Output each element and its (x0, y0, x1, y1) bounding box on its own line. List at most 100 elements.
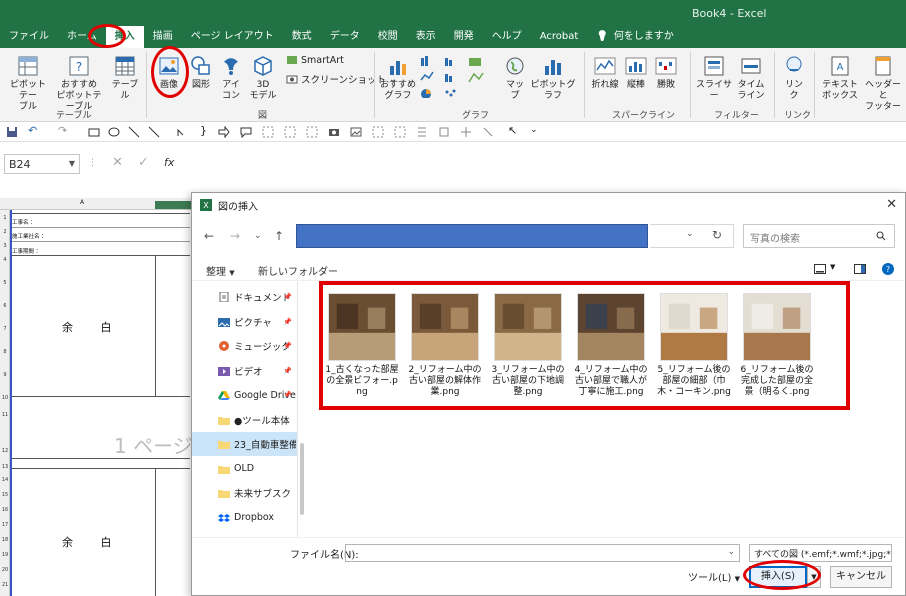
save-icon[interactable] (6, 126, 18, 138)
align-icon[interactable] (438, 126, 450, 138)
cancel-button[interactable]: キャンセル (830, 566, 892, 588)
organize-button[interactable]: 整理 ▼ (206, 263, 235, 278)
pin-icon[interactable]: 📌 (283, 293, 292, 301)
tab-6[interactable]: データ (321, 26, 369, 48)
tab-9[interactable]: 開発 (445, 26, 483, 48)
column-a-header[interactable]: A (80, 199, 84, 206)
forward-icon[interactable]: → (230, 229, 240, 243)
tab-8[interactable]: 表示 (407, 26, 445, 48)
up-icon[interactable]: ↑ (274, 229, 284, 243)
oval-shape-icon[interactable] (108, 126, 120, 138)
camera-icon[interactable] (328, 126, 340, 138)
tab-10[interactable]: ヘルプ (483, 26, 531, 48)
row-number[interactable]: 13 (0, 464, 10, 470)
tell-me-search[interactable]: 💡 何をしますか (587, 26, 682, 48)
group-icon[interactable] (306, 126, 318, 138)
icons-button[interactable]: アイ コン (218, 54, 244, 102)
textbox-button[interactable]: A テキスト ボックス (818, 54, 862, 102)
search-input[interactable]: 写真の検索 (743, 224, 895, 248)
recommended-charts-button[interactable]: おすすめ グラフ (378, 54, 418, 102)
row-number[interactable]: 17 (0, 522, 10, 528)
pointer-icon[interactable]: ↖ (508, 124, 520, 137)
recent-locations-icon[interactable]: ⌄ (254, 231, 262, 241)
row-number[interactable]: 15 (0, 492, 10, 498)
row-number[interactable]: 5 (0, 280, 10, 286)
row-number[interactable]: 10 (0, 395, 10, 401)
tab-11[interactable]: Acrobat (531, 26, 588, 48)
nav-item[interactable]: ●ツール本体 (192, 408, 297, 432)
3d-models-button[interactable]: 3D モデル (246, 54, 280, 102)
align-icon[interactable] (482, 126, 494, 138)
pin-icon[interactable]: 📌 (283, 391, 292, 399)
chart-types-grid[interactable] (418, 54, 496, 99)
shapes-button[interactable]: 図形 (188, 54, 214, 91)
pin-icon[interactable]: 📌 (283, 318, 292, 326)
tab-7[interactable]: 校閲 (369, 26, 407, 48)
nav-item[interactable]: ビデオ 📌 (192, 359, 297, 383)
tools-button[interactable]: ツール(L) ▼ (688, 569, 740, 584)
row-number[interactable]: 12 (0, 448, 10, 454)
line-shape-icon[interactable] (148, 126, 160, 138)
nav-item[interactable]: Dropbox (192, 506, 297, 530)
view-options-icon[interactable] (814, 264, 826, 274)
row-number[interactable]: 11 (0, 412, 10, 418)
name-box[interactable]: B24 ▼ (4, 154, 80, 174)
check-icon[interactable]: ✓ (138, 155, 149, 170)
row-number[interactable]: 8 (0, 349, 10, 355)
nav-item[interactable]: 23_自動車整備点 (192, 432, 297, 456)
refresh-icon[interactable]: ↻ (712, 228, 722, 242)
filename-input[interactable]: ⌄ (345, 544, 740, 562)
row-number[interactable]: 6 (0, 303, 10, 309)
nav-item[interactable]: Google Drive 📌 (192, 383, 297, 407)
chevron-down-icon[interactable]: ⌄ (686, 229, 694, 239)
tab-5[interactable]: 数式 (283, 26, 321, 48)
group-icon[interactable] (262, 126, 274, 138)
row-number[interactable]: 3 (0, 243, 10, 249)
line-shape-icon[interactable] (128, 126, 140, 138)
picture-icon[interactable] (350, 126, 362, 138)
align-icon[interactable] (416, 126, 428, 138)
new-folder-button[interactable]: 新しいフォルダー (258, 263, 338, 278)
nav-item[interactable]: ドキュメント 📌 (192, 285, 297, 309)
curve-shape-icon[interactable] (176, 126, 188, 138)
sparkline-line-button[interactable]: 折れ線 (590, 54, 620, 91)
fx-icon[interactable]: fx (164, 156, 174, 169)
sparkline-column-button[interactable]: 縦棒 (622, 54, 650, 91)
smartart-button[interactable]: SmartArt (286, 54, 344, 66)
pivot-chart-button[interactable]: ピボットグラフ (528, 54, 578, 102)
back-icon[interactable]: ← (204, 229, 214, 243)
row-number[interactable]: 1 (0, 215, 10, 221)
row-number[interactable]: 21 (0, 582, 10, 588)
table-button[interactable]: テーブル (108, 54, 142, 102)
row-number[interactable]: 4 (0, 257, 10, 263)
link-button[interactable]: リンク (780, 54, 808, 102)
row-number[interactable]: 14 (0, 477, 10, 483)
tab-0[interactable]: ファイル (0, 26, 58, 48)
map-button[interactable]: マップ (502, 54, 528, 102)
align-icon[interactable] (460, 126, 472, 138)
tab-3[interactable]: 描画 (144, 26, 182, 48)
callout-icon[interactable] (240, 126, 252, 138)
nav-scrollbar[interactable] (300, 443, 304, 515)
undo-icon[interactable]: ↶ (28, 124, 40, 137)
nav-item[interactable]: OLD (192, 457, 297, 481)
nav-item[interactable]: ミュージック 📌 (192, 334, 297, 358)
row-number[interactable]: 2 (0, 229, 10, 235)
address-bar[interactable] (296, 224, 648, 248)
chevron-down-icon[interactable]: ▼ (830, 263, 835, 271)
customize-qat-icon[interactable]: ⌄ (530, 125, 542, 137)
recommended-pivot-button[interactable]: ? おすすめ ピボットテーブル (52, 54, 106, 113)
tab-4[interactable]: ページ レイアウト (182, 26, 283, 48)
help-icon[interactable]: ? (882, 263, 894, 275)
pin-icon[interactable]: 📌 (283, 342, 292, 350)
nav-item[interactable]: ピクチャ 📌 (192, 310, 297, 334)
row-number[interactable]: 9 (0, 372, 10, 378)
group-icon[interactable] (284, 126, 296, 138)
file-type-select[interactable]: すべての図 (*.emf;*.wmf;*.jpg;*.jp (749, 544, 892, 562)
select-objects-icon[interactable] (372, 126, 384, 138)
close-icon[interactable]: ✕ (886, 197, 897, 212)
pivot-table-button[interactable]: ピボットテー ブル (6, 54, 50, 113)
redo-icon[interactable]: ↷ (58, 124, 70, 137)
preview-pane-icon[interactable] (854, 264, 866, 274)
brace-icon[interactable]: } (200, 124, 212, 137)
